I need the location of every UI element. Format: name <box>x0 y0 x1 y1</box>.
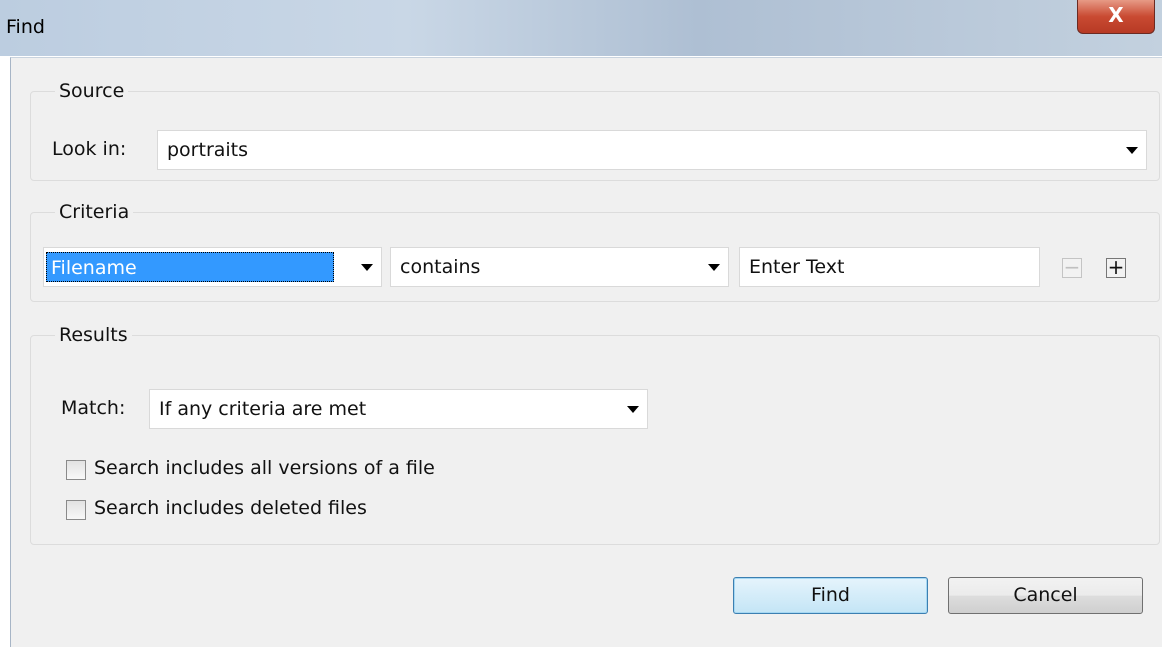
results-legend: Results <box>55 324 132 346</box>
dialog-body: Source Look in: portraits Criteria Filen… <box>10 57 1162 647</box>
criteria-operator-value: contains <box>400 256 481 278</box>
source-legend: Source <box>55 80 129 102</box>
chevron-down-icon <box>361 264 373 271</box>
match-value: If any criteria are met <box>159 398 367 420</box>
chevron-down-icon <box>1126 147 1138 154</box>
criteria-group: Criteria Filename contains Enter Text − … <box>30 201 1160 302</box>
look-in-dropdown[interactable]: portraits <box>157 130 1147 170</box>
match-dropdown[interactable]: If any criteria are met <box>149 389 648 429</box>
all-versions-checkbox[interactable] <box>66 460 86 480</box>
title-bar: Find X <box>0 0 1162 56</box>
remove-criteria-button[interactable]: − <box>1062 257 1082 278</box>
source-group: Source Look in: portraits <box>30 80 1160 181</box>
find-button[interactable]: Find <box>733 577 928 614</box>
look-in-value: portraits <box>167 139 249 161</box>
criteria-field-selection: Filename <box>46 252 334 282</box>
criteria-operator-dropdown[interactable]: contains <box>390 247 729 287</box>
results-group: Results Match: If any criteria are met S… <box>30 324 1160 545</box>
criteria-text-placeholder: Enter Text <box>749 256 845 278</box>
cancel-button[interactable]: Cancel <box>948 577 1143 614</box>
chevron-down-icon <box>627 406 639 413</box>
criteria-legend: Criteria <box>55 201 134 223</box>
chevron-down-icon <box>708 264 720 271</box>
close-icon: X <box>1108 3 1124 27</box>
all-versions-label[interactable]: Search includes all versions of a file <box>94 457 435 479</box>
criteria-field-value: Filename <box>51 257 137 279</box>
match-label: Match: <box>61 397 126 419</box>
criteria-text-input[interactable]: Enter Text <box>739 247 1040 287</box>
close-button[interactable]: X <box>1077 0 1155 34</box>
window-title: Find <box>6 16 45 38</box>
look-in-label: Look in: <box>52 138 127 160</box>
criteria-field-dropdown[interactable]: Filename <box>43 247 382 287</box>
deleted-files-checkbox[interactable] <box>66 500 86 520</box>
deleted-files-label[interactable]: Search includes deleted files <box>94 497 367 519</box>
add-criteria-button[interactable]: + <box>1106 257 1126 278</box>
